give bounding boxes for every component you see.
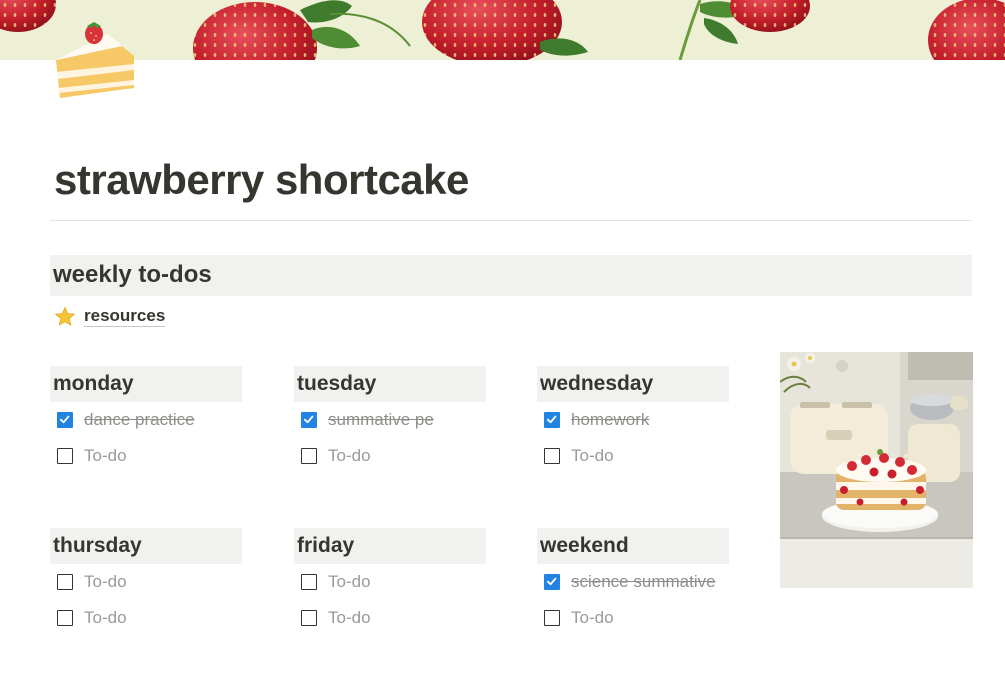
divider	[50, 220, 972, 221]
page-title[interactable]: strawberry shortcake	[54, 154, 469, 206]
todo-text[interactable]: To-do	[84, 446, 127, 466]
todo-item: To-do	[50, 600, 242, 636]
day-heading-friday[interactable]: friday	[294, 528, 486, 564]
day-heading-text[interactable]: weekend	[540, 534, 629, 558]
day-heading-text[interactable]: thursday	[53, 534, 142, 558]
todo-text[interactable]: summative pe	[328, 410, 434, 430]
day-heading-text[interactable]: tuesday	[297, 372, 376, 396]
todo-text[interactable]: To-do	[84, 572, 127, 592]
shortcake-icon[interactable]	[50, 22, 140, 104]
day-heading-weekend[interactable]: weekend	[537, 528, 729, 564]
day-heading-tuesday[interactable]: tuesday	[294, 366, 486, 402]
checkbox-unchecked[interactable]	[57, 448, 73, 464]
page-cover[interactable]	[0, 0, 1005, 60]
section-heading-text[interactable]: weekly to-dos	[53, 261, 212, 289]
day-card-tuesday: tuesday summative pe To-do	[294, 366, 486, 474]
todo-text[interactable]: To-do	[328, 572, 371, 592]
todo-item: To-do	[50, 438, 242, 474]
day-card-friday: friday To-do To-do	[294, 528, 486, 636]
day-card-monday: monday dance practice To-do	[50, 366, 242, 474]
todo-text[interactable]: To-do	[84, 608, 127, 628]
todo-item: science summative	[537, 564, 729, 600]
todo-item: To-do	[537, 600, 729, 636]
checkbox-checked[interactable]	[57, 412, 73, 428]
todo-item: To-do	[537, 438, 729, 474]
todo-text[interactable]: To-do	[571, 608, 614, 628]
section-heading[interactable]: weekly to-dos	[50, 255, 972, 296]
day-heading-text[interactable]: friday	[297, 534, 354, 558]
cake-photo[interactable]	[780, 352, 973, 588]
resources-link-label[interactable]: resources	[84, 306, 166, 327]
checkbox-unchecked[interactable]	[57, 574, 73, 590]
checkbox-unchecked[interactable]	[57, 610, 73, 626]
todo-text[interactable]: To-do	[328, 608, 371, 628]
todo-item: dance practice	[50, 402, 242, 438]
day-card-wednesday: wednesday homework To-do	[537, 366, 729, 474]
checkbox-unchecked[interactable]	[301, 610, 317, 626]
todo-text[interactable]: dance practice	[84, 410, 195, 430]
todo-item: To-do	[294, 564, 486, 600]
day-heading-wednesday[interactable]: wednesday	[537, 366, 729, 402]
checkbox-unchecked[interactable]	[301, 574, 317, 590]
todo-item: To-do	[294, 600, 486, 636]
checkbox-checked[interactable]	[544, 412, 560, 428]
checkbox-checked[interactable]	[301, 412, 317, 428]
todo-item: To-do	[294, 438, 486, 474]
day-heading-monday[interactable]: monday	[50, 366, 242, 402]
todo-item: summative pe	[294, 402, 486, 438]
todo-item: To-do	[50, 564, 242, 600]
todo-text[interactable]: To-do	[328, 446, 371, 466]
day-heading-text[interactable]: wednesday	[540, 372, 653, 396]
day-card-thursday: thursday To-do To-do	[50, 528, 242, 636]
day-card-weekend: weekend science summative To-do	[537, 528, 729, 636]
checkbox-checked[interactable]	[544, 574, 560, 590]
todo-text[interactable]: To-do	[571, 446, 614, 466]
todo-item: homework	[537, 402, 729, 438]
todo-text[interactable]: science summative	[571, 572, 716, 592]
star-icon	[54, 306, 76, 333]
day-heading-text[interactable]: monday	[53, 372, 134, 396]
checkbox-unchecked[interactable]	[544, 610, 560, 626]
day-heading-thursday[interactable]: thursday	[50, 528, 242, 564]
todo-text[interactable]: homework	[571, 410, 649, 430]
checkbox-unchecked[interactable]	[544, 448, 560, 464]
checkbox-unchecked[interactable]	[301, 448, 317, 464]
